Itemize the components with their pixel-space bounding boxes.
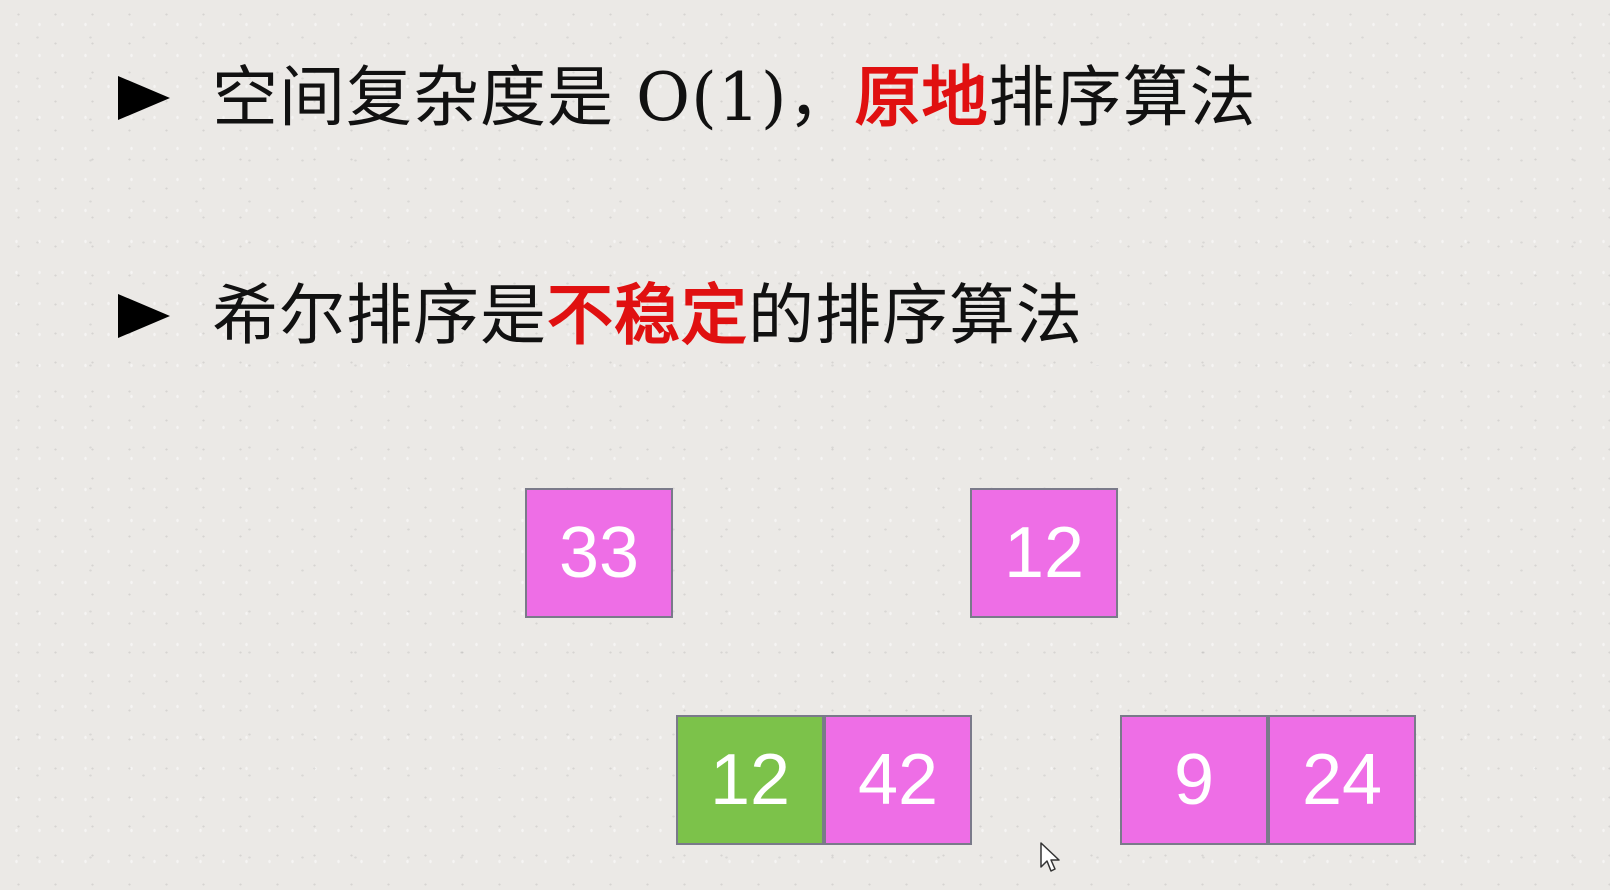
bullet-stability: 希尔排序是不稳定的排序算法 xyxy=(118,282,1083,349)
array-cell-24: 24 xyxy=(1268,715,1416,845)
bullet-suffix: 的排序算法 xyxy=(748,277,1083,354)
mouse-pointer-icon xyxy=(1040,842,1060,872)
bullet-highlight: 原地 xyxy=(854,58,989,136)
bullet-text: 空间复杂度是 O(1)，原地排序算法 xyxy=(212,64,1257,131)
bullet-prefix: 空间复杂度是 O(1)， xyxy=(212,59,855,136)
array-cell-12-top: 12 xyxy=(970,488,1118,618)
triangle-right-icon xyxy=(118,293,170,338)
bullet-space-complexity: 空间复杂度是 O(1)，原地排序算法 xyxy=(118,64,1257,131)
array-cell-12-highlighted: 12 xyxy=(676,715,824,845)
triangle-right-icon xyxy=(118,75,170,120)
array-cell-9: 9 xyxy=(1120,715,1268,845)
bullet-highlight: 不稳定 xyxy=(547,276,748,354)
bullet-text: 希尔排序是不稳定的排序算法 xyxy=(212,282,1083,349)
array-cell-33: 33 xyxy=(525,488,673,618)
array-cell-42: 42 xyxy=(824,715,972,845)
bullet-suffix: 排序算法 xyxy=(988,59,1257,136)
bullet-prefix: 希尔排序是 xyxy=(212,277,547,354)
